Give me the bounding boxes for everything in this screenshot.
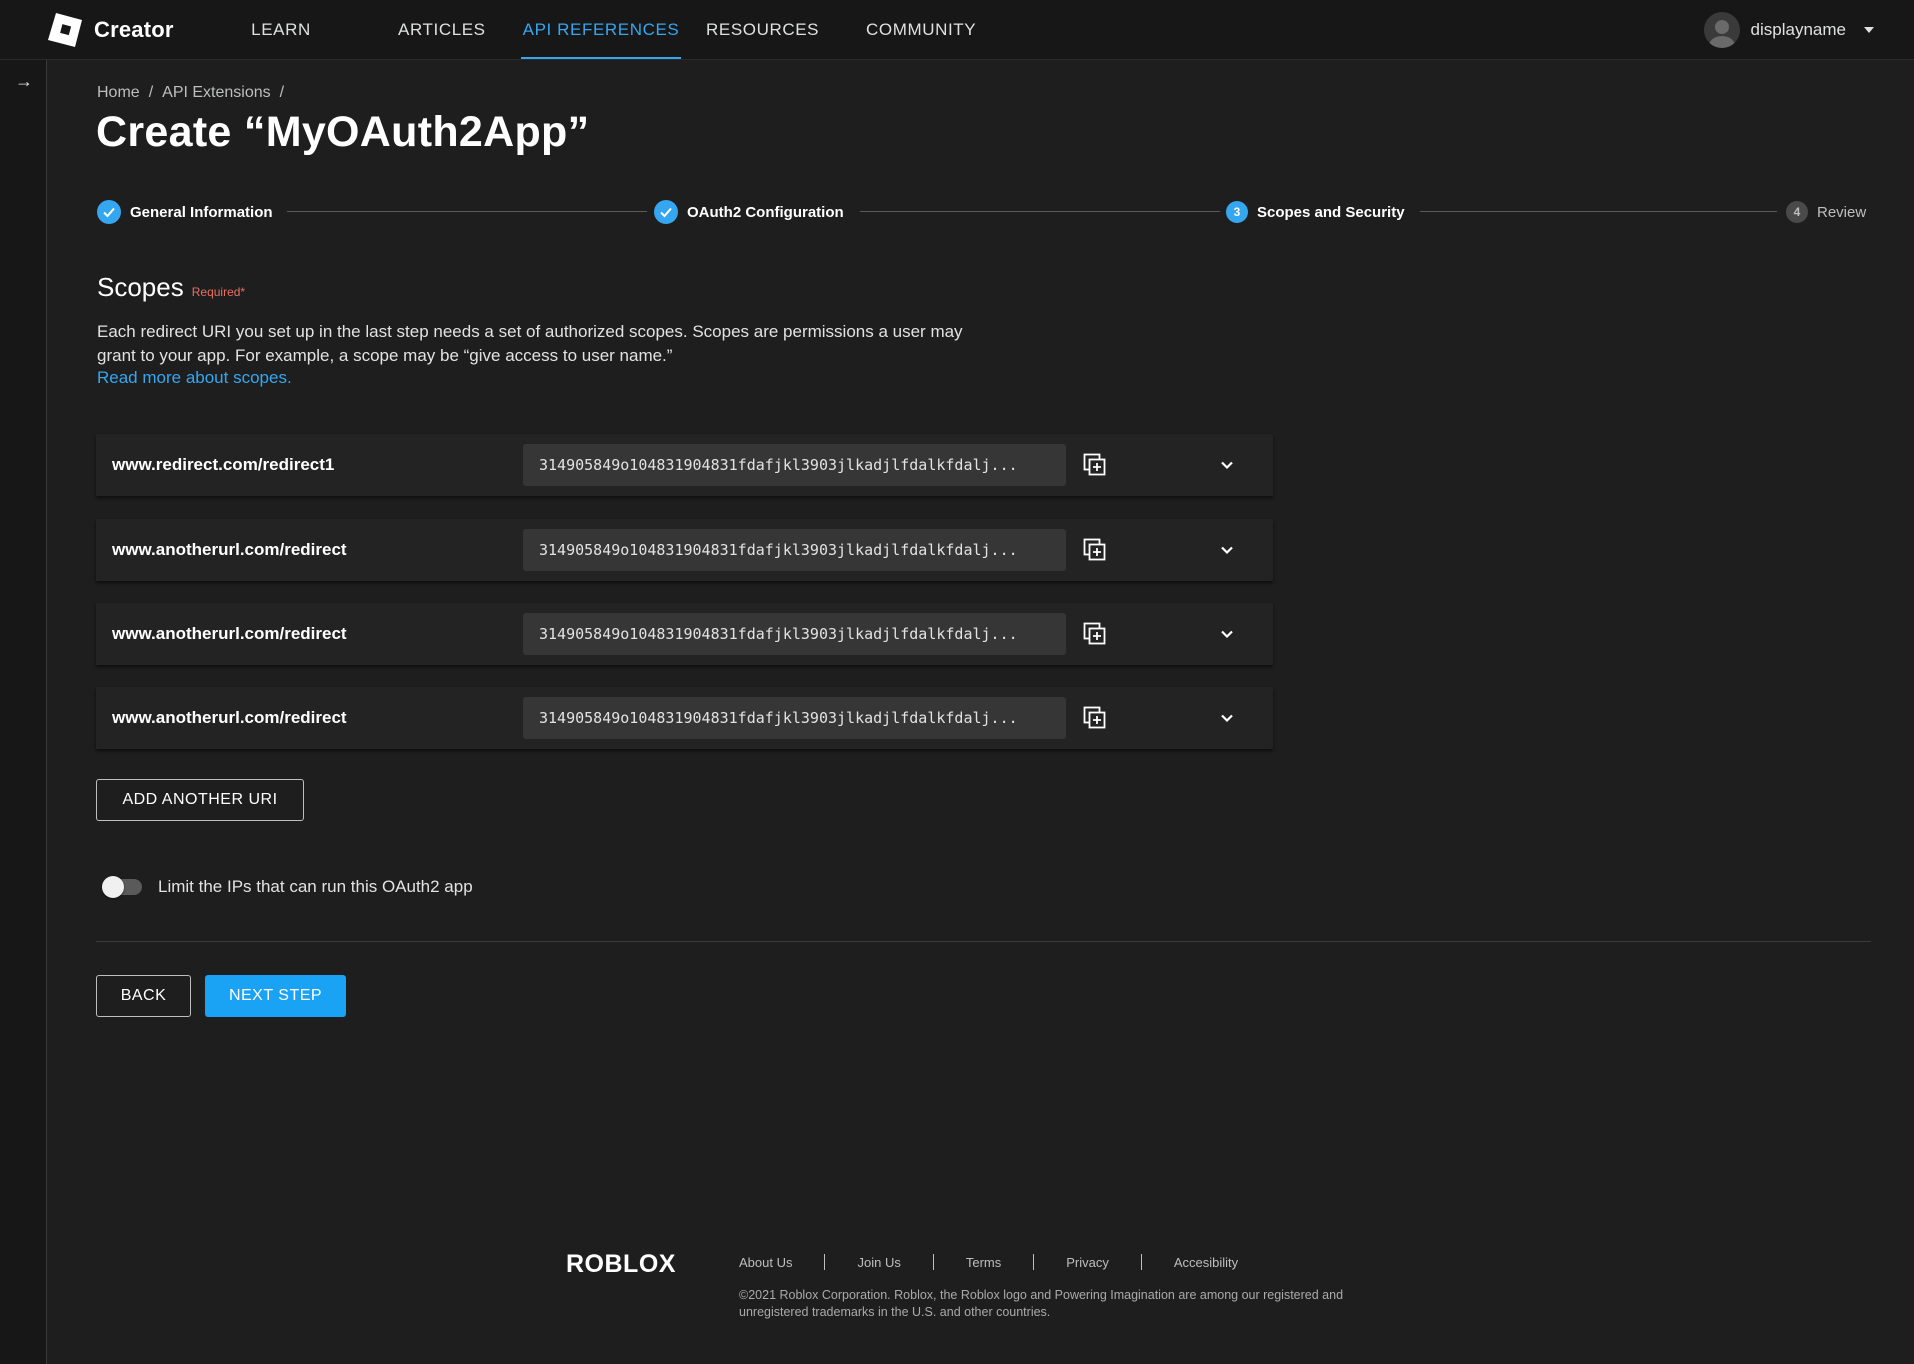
step-label: Review [1817,203,1867,221]
stepper-connector [1420,211,1777,212]
redirect-uri-row[interactable]: www.anotherurl.com/redirect 314905849o10… [96,519,1273,581]
roblox-logo-text: ROBLOX [566,1251,676,1275]
scopes-heading: Scopes Required* [97,272,245,303]
footer-separator [1033,1254,1035,1270]
step-review[interactable]: 4 Review [1786,199,1866,225]
step-label: General Information [130,203,273,221]
step-number: 4 [1786,201,1808,223]
creator-brand-link[interactable]: Creator [48,13,174,47]
redirect-uri-row[interactable]: www.anotherurl.com/redirect 314905849o10… [96,687,1273,749]
footer-link-privacy[interactable]: Privacy [1066,1255,1109,1270]
footer-separator [1140,1254,1142,1270]
copy-add-icon[interactable] [1082,621,1108,647]
brand-name: Creator [94,17,174,42]
toggle-knob [102,876,124,898]
stepper-connector [860,211,1220,212]
divider [96,941,1871,942]
stepper-connector [287,211,647,212]
progress-stepper: General Information OAuth2 Configuration… [97,199,1872,225]
roblox-creator-logo-icon [48,13,82,47]
chevron-down-icon[interactable] [1216,454,1238,476]
footer-link-terms[interactable]: Terms [966,1255,1001,1270]
scope-token-field[interactable]: 314905849o104831904831fdafjkl3903jlkadjl… [523,529,1066,571]
nav-link-resources[interactable]: RESOURCES [706,0,818,60]
footer-copyright: ©2021 Roblox Corporation. Roblox, the Ro… [739,1288,1344,1319]
next-step-button[interactable]: NEXT STEP [205,975,346,1017]
arrow-right-icon[interactable]: → [14,71,34,91]
chevron-down-icon[interactable] [1216,707,1238,729]
redirect-uri: www.anotherurl.com/redirect [112,624,347,643]
breadcrumb-api-extensions[interactable]: API Extensions [162,84,271,102]
copy-add-icon[interactable] [1082,452,1108,478]
step-oauth2-configuration[interactable]: OAuth2 Configuration [654,199,844,225]
redirect-uri-row[interactable]: www.anotherurl.com/redirect 314905849o10… [96,603,1273,665]
redirect-uri: www.anotherurl.com/redirect [112,708,347,727]
redirect-uri: www.anotherurl.com/redirect [112,540,347,559]
footer-separator [824,1254,826,1270]
user-menu[interactable]: displayname [1703,12,1874,48]
add-another-uri-button[interactable]: ADD ANOTHER URI [96,779,304,821]
back-button[interactable]: BACK [96,975,191,1017]
scope-token-field[interactable]: 314905849o104831904831fdafjkl3903jlkadjl… [523,613,1066,655]
breadcrumb-home[interactable]: Home [97,84,140,102]
breadcrumb: Home / API Extensions / [97,84,284,102]
redirect-uri: www.redirect.com/redirect1 [112,455,335,474]
breadcrumb-separator: / [148,84,154,101]
side-rail: → [0,60,47,1364]
chevron-down-icon[interactable] [1216,539,1238,561]
chevron-down-icon[interactable] [1216,623,1238,645]
breadcrumb-separator: / [279,84,285,101]
footer-links: About Us Join Us Terms Privacy Accesibil… [739,1253,1238,1271]
footer-separator [932,1254,934,1270]
section-title: Scopes [97,272,184,302]
nav-link-community[interactable]: COMMUNITY [866,0,976,60]
ip-limit-label: Limit the IPs that can run this OAuth2 a… [158,877,473,896]
step-scopes-and-security[interactable]: 3 Scopes and Security [1226,199,1405,225]
scopes-description: Each redirect URI you set up in the last… [97,322,963,365]
copy-add-icon[interactable] [1082,705,1108,731]
top-navigation: Creator LEARN ARTICLES API REFERENCES RE… [0,0,1914,60]
required-indicator: Required* [191,285,246,299]
scope-token-field[interactable]: 314905849o104831904831fdafjkl3903jlkadjl… [523,697,1066,739]
step-general-information[interactable]: General Information [97,199,273,225]
checkmark-icon [654,200,678,224]
page-title: Create “MyOAuth2App” [96,108,590,156]
username: displayname [1750,20,1846,39]
copy-add-icon[interactable] [1082,537,1108,563]
nav-link-learn[interactable]: LEARN [250,0,312,60]
checkmark-icon [97,200,121,224]
ip-limit-setting: Limit the IPs that can run this OAuth2 a… [102,875,473,899]
nav-link-api-references[interactable]: API REFERENCES [521,0,681,60]
ip-limit-toggle[interactable] [102,876,142,898]
scope-token-field[interactable]: 314905849o104831904831fdafjkl3903jlkadjl… [523,444,1066,486]
footer-link-accessibility[interactable]: Accesibility [1174,1255,1238,1270]
nav-link-articles[interactable]: ARTICLES [398,0,485,60]
step-label: Scopes and Security [1257,203,1405,221]
read-more-scopes-link[interactable]: Read more about scopes. [97,368,292,388]
step-label: OAuth2 Configuration [687,203,844,221]
footer-link-about-us[interactable]: About Us [739,1255,792,1270]
footer-link-join-us[interactable]: Join Us [857,1255,900,1270]
caret-down-icon [1864,27,1874,33]
avatar [1703,12,1740,48]
step-number: 3 [1226,201,1248,223]
redirect-uri-row[interactable]: www.redirect.com/redirect1 314905849o104… [96,434,1273,496]
roblox-logo: ROBLOX [566,1251,676,1275]
active-nav-indicator [521,57,681,59]
